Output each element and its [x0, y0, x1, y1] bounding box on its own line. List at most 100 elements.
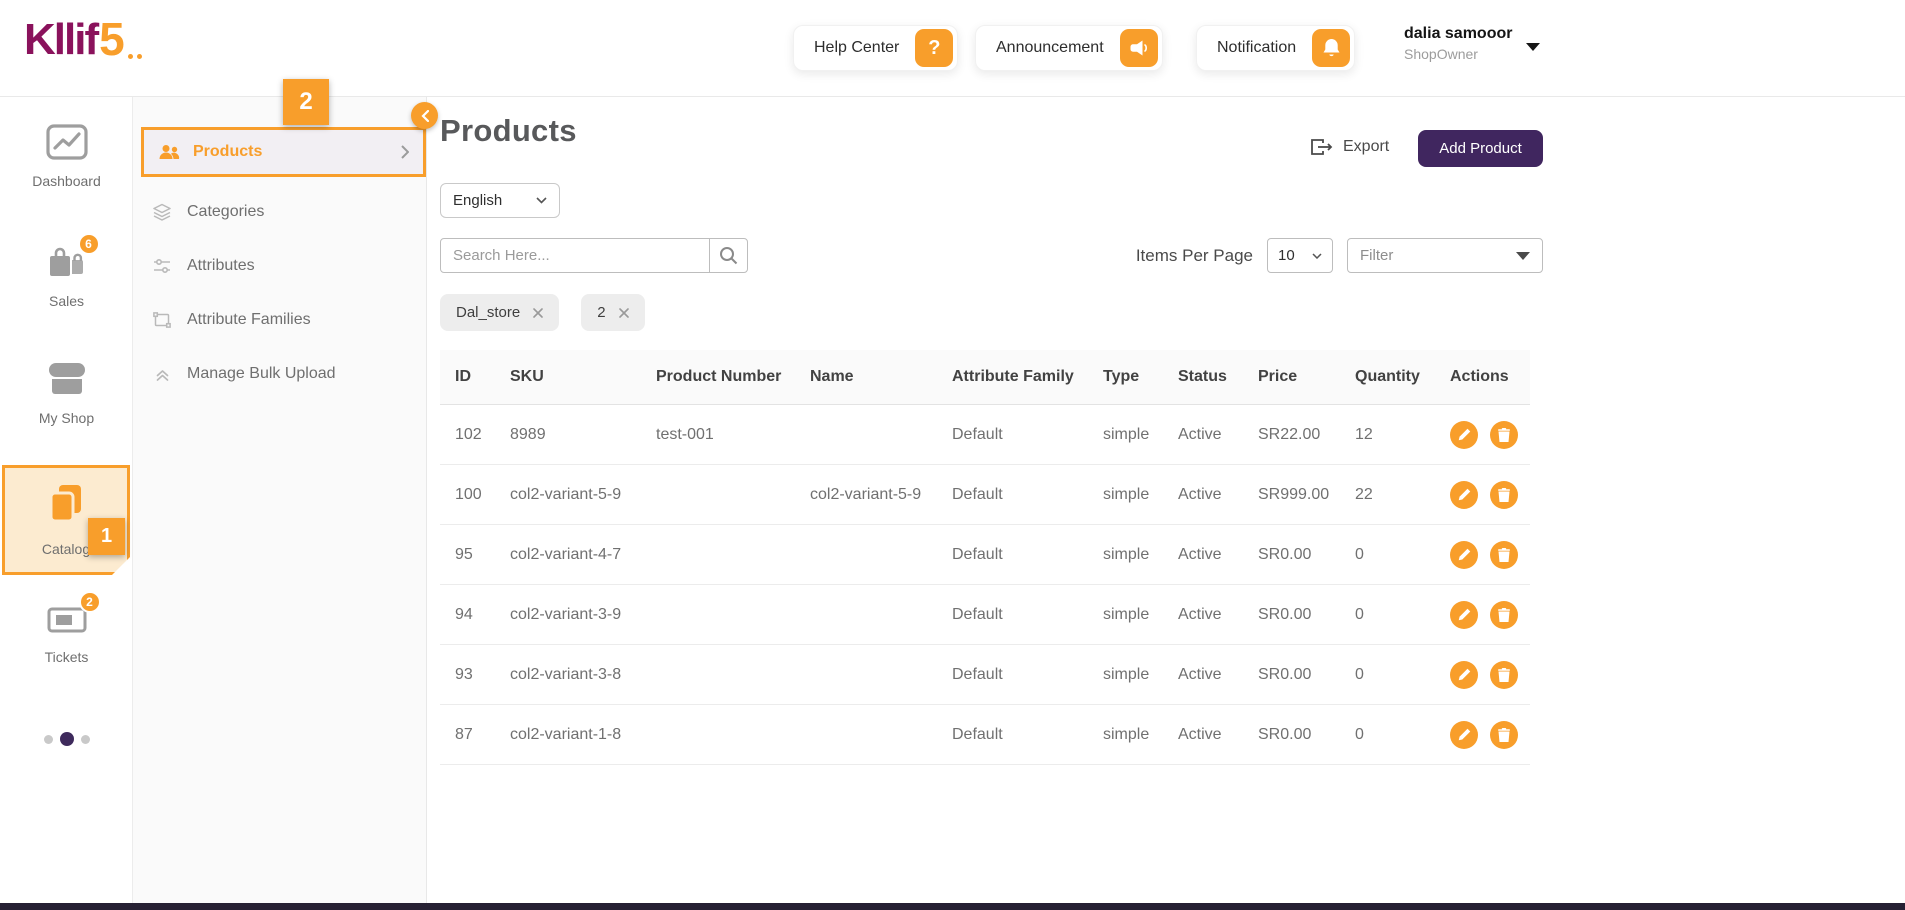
cell-quantity: 0: [1355, 665, 1364, 683]
filter-chip-label: Dal_store: [456, 304, 521, 321]
edit-button[interactable]: [1450, 720, 1478, 749]
table-row[interactable]: 100 col2-variant-5-9 col2-variant-5-9 De…: [440, 465, 1530, 525]
submenu-item-label: Products: [193, 143, 263, 160]
edit-button[interactable]: [1450, 420, 1478, 449]
add-product-button[interactable]: Add Product: [1418, 130, 1543, 167]
active-filter-chips: Dal_store 2: [440, 294, 645, 331]
items-per-page-value: 10: [1278, 247, 1295, 264]
edit-button[interactable]: [1450, 660, 1478, 689]
delete-button[interactable]: [1490, 540, 1518, 569]
edit-button[interactable]: [1450, 600, 1478, 629]
submenu-item-manage-bulk-upload[interactable]: Manage Bulk Upload: [151, 354, 336, 394]
export-button[interactable]: Export: [1309, 137, 1389, 157]
cell-status: Active: [1178, 425, 1222, 443]
table-row[interactable]: 87 col2-variant-1-8 Default simple Activ…: [440, 705, 1530, 765]
cell-actions: [1450, 660, 1530, 689]
cell-sku: 8989: [510, 425, 546, 443]
help-center-button[interactable]: Help Center ?: [793, 25, 959, 71]
notification-label: Notification: [1217, 39, 1297, 56]
submenu-item-attribute-families[interactable]: Attribute Families: [151, 300, 311, 340]
column-header-quantity[interactable]: Quantity: [1355, 368, 1450, 386]
cell-id: 87: [455, 725, 473, 743]
search-input[interactable]: [440, 238, 710, 273]
close-icon[interactable]: [618, 307, 629, 318]
submenu-item-label: Attributes: [187, 257, 255, 274]
collapse-sidebar-button[interactable]: [411, 102, 438, 129]
cell-actions: [1450, 480, 1530, 509]
close-icon[interactable]: [533, 307, 544, 318]
sidebar-item-dashboard[interactable]: Dashboard: [0, 122, 133, 189]
products-table: ID SKU Product Number Name Attribute Fam…: [440, 350, 1530, 765]
cell-status: Active: [1178, 725, 1222, 743]
cell-sku: col2-variant-3-9: [510, 605, 622, 623]
column-header-attribute-family[interactable]: Attribute Family: [952, 368, 1103, 386]
announcement-button[interactable]: Announcement: [975, 25, 1163, 71]
table-row[interactable]: 95 col2-variant-4-7 Default simple Activ…: [440, 525, 1530, 585]
filter-chip-label: 2: [597, 304, 606, 321]
storefront-icon: [45, 359, 89, 399]
announcement-label: Announcement: [996, 39, 1104, 56]
cell-quantity: 0: [1355, 545, 1364, 563]
delete-button[interactable]: [1490, 660, 1518, 689]
cell-type: simple: [1103, 545, 1150, 563]
cell-price: SR999.00: [1258, 485, 1330, 503]
sidebar-item-my-shop[interactable]: My Shop: [0, 359, 133, 426]
notification-button[interactable]: Notification: [1196, 25, 1356, 71]
column-header-sku[interactable]: SKU: [510, 368, 656, 386]
annotation-marker-1: 1: [88, 518, 125, 555]
edit-button[interactable]: [1450, 540, 1478, 569]
annotation-marker-2: 2: [283, 79, 329, 125]
sidebar-item-sales[interactable]: 6 Sales: [0, 233, 133, 309]
cell-type: simple: [1103, 485, 1150, 503]
brand-logo[interactable]: Kllif 5: [24, 16, 142, 62]
more-menu-icon[interactable]: [0, 732, 133, 746]
main-content: Products Export Add Product English Sear…: [427, 97, 1543, 910]
table-row[interactable]: 94 col2-variant-3-9 Default simple Activ…: [440, 585, 1530, 645]
cell-type: simple: [1103, 605, 1150, 623]
delete-button[interactable]: [1490, 720, 1518, 749]
edit-button[interactable]: [1450, 480, 1478, 509]
submenu-item-categories[interactable]: Categories: [151, 192, 264, 232]
taskbar-edge: [0, 903, 1905, 910]
upload-icon: [151, 367, 173, 382]
chevron-left-icon: [420, 109, 429, 122]
column-header-status[interactable]: Status: [1178, 368, 1258, 386]
column-header-type[interactable]: Type: [1103, 368, 1178, 386]
table-row[interactable]: 102 8989 test-001 Default simple Active …: [440, 405, 1530, 465]
delete-button[interactable]: [1490, 480, 1518, 509]
table-row[interactable]: 93 col2-variant-3-8 Default simple Activ…: [440, 645, 1530, 705]
cell-price: SR22.00: [1258, 425, 1321, 443]
column-header-price[interactable]: Price: [1258, 368, 1355, 386]
user-menu[interactable]: dalia samooor ShopOwner: [1404, 25, 1541, 62]
search-icon: [719, 246, 738, 265]
delete-button[interactable]: [1490, 420, 1518, 449]
cell-quantity: 0: [1355, 725, 1364, 743]
cell-id: 94: [455, 605, 473, 623]
cell-attribute-family: Default: [952, 605, 1003, 623]
submenu-item-attributes[interactable]: Attributes: [151, 246, 255, 286]
cell-actions: [1450, 540, 1530, 569]
sliders-icon: [151, 258, 173, 274]
filter-select[interactable]: Filter: [1347, 238, 1543, 273]
cell-quantity: 0: [1355, 605, 1364, 623]
language-select[interactable]: English: [440, 183, 560, 218]
search-button[interactable]: [709, 238, 748, 273]
export-icon: [1309, 137, 1333, 157]
clipboard-icon: [48, 483, 84, 523]
column-header-product-number[interactable]: Product Number: [656, 368, 810, 386]
column-header-name[interactable]: Name: [810, 368, 952, 386]
items-per-page-label: Items Per Page: [1135, 245, 1253, 265]
items-per-page-select[interactable]: 10: [1267, 238, 1333, 273]
cell-product-number: test-001: [656, 425, 714, 443]
cell-id: 95: [455, 545, 473, 563]
user-name: dalia samooor: [1404, 25, 1513, 42]
cell-status: Active: [1178, 665, 1222, 683]
shopping-bags-icon: 6: [47, 233, 100, 282]
column-header-id[interactable]: ID: [455, 368, 510, 386]
submenu-item-products[interactable]: Products: [141, 127, 426, 177]
export-label: Export: [1343, 138, 1390, 155]
sidebar-item-tickets[interactable]: 2 Tickets: [0, 591, 133, 665]
filter-chip: 2: [581, 294, 645, 331]
delete-button[interactable]: [1490, 600, 1518, 629]
submenu-item-label: Manage Bulk Upload: [187, 365, 336, 382]
